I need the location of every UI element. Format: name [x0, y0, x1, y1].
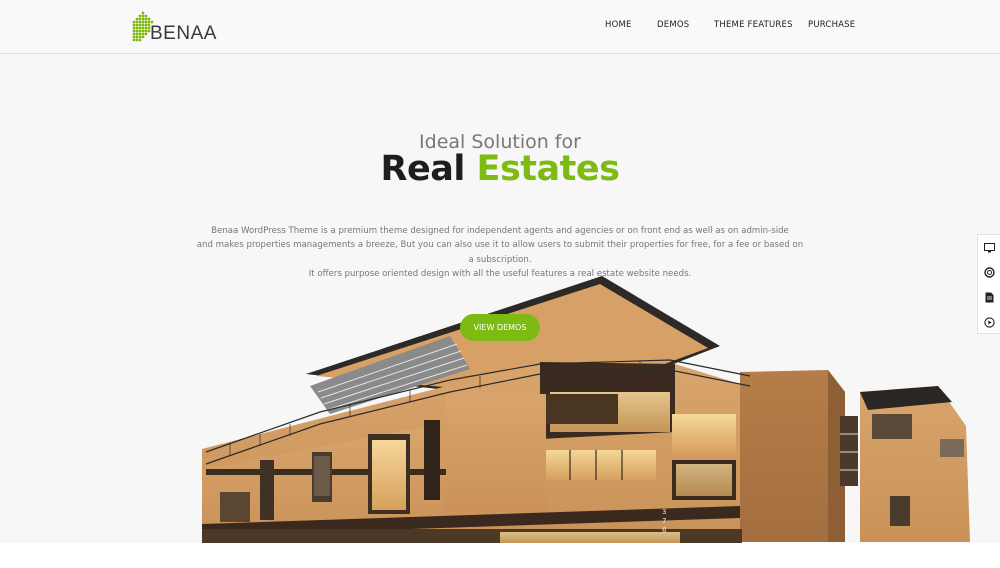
site-header: BENAA HOME DEMOS THEME FEATURES PURCHASE — [0, 0, 1000, 54]
nav-demos[interactable]: DEMOS — [657, 20, 689, 30]
document-icon[interactable] — [978, 285, 1000, 310]
brand-name: BENAA — [150, 23, 217, 44]
landing-page: BENAA HOME DEMOS THEME FEATURES PURCHASE… — [0, 0, 1000, 568]
description-line: and makes properties managements a breez… — [196, 240, 804, 251]
description-line: a subscription. — [468, 254, 532, 265]
description-line: Benaa WordPress Theme is a premium theme… — [211, 226, 789, 236]
lifebuoy-icon[interactable] — [978, 260, 1000, 285]
play-icon[interactable] — [978, 310, 1000, 335]
monitor-icon[interactable] — [978, 235, 1000, 260]
hero-title-main: Real — [380, 149, 466, 189]
hero-title-accent: Estates — [476, 149, 620, 189]
nav-purchase[interactable]: PURCHASE — [808, 20, 855, 30]
side-toolbar — [977, 234, 1000, 334]
building-image: 376 — [202, 276, 970, 544]
page-bottom-strip — [0, 543, 1000, 568]
house-number: 376 — [662, 508, 667, 534]
nav-home[interactable]: HOME — [605, 20, 632, 30]
view-demos-button[interactable]: VIEW DEMOS — [460, 314, 540, 341]
hero-description: Benaa WordPress Theme is a premium theme… — [190, 224, 810, 282]
nav-theme-features[interactable]: THEME FEATURES — [714, 20, 793, 30]
hero-title: Real Estates — [0, 149, 1000, 189]
